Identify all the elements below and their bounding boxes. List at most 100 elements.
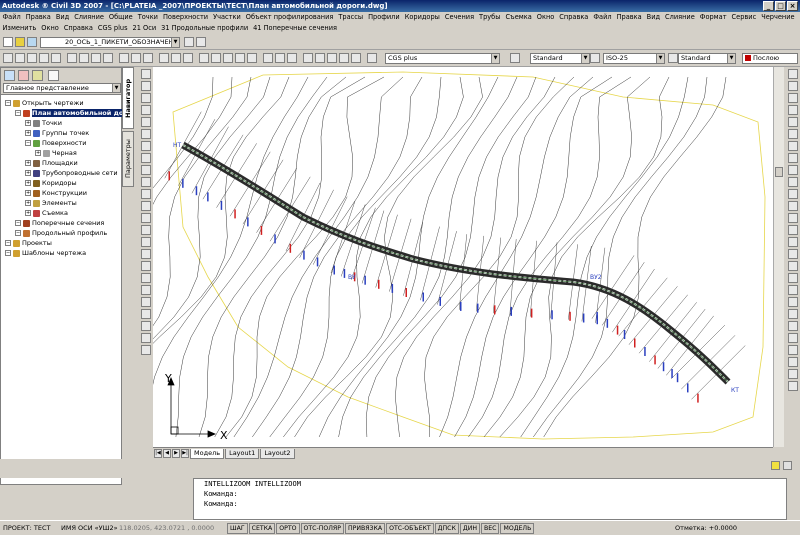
cgs-combo[interactable]: CGS plus ▼ (385, 53, 500, 64)
next-tab-icon[interactable]: ▶ (172, 449, 180, 458)
layout-tab[interactable]: Модель (190, 448, 225, 459)
tree-node[interactable]: + Точки (25, 119, 62, 128)
expand-icon[interactable]: − (15, 230, 21, 236)
modify-tool-icon[interactable] (788, 141, 798, 151)
menu-item[interactable]: Окно (534, 12, 557, 23)
tree-node[interactable]: − Поперечные сечения (15, 219, 104, 228)
modify-tool-icon[interactable] (788, 225, 798, 235)
status-toggle[interactable]: ОТС-ОБЪЕКТ (386, 522, 434, 534)
layer-match-icon[interactable] (196, 37, 206, 47)
draw-tool-icon[interactable] (141, 333, 151, 343)
style-icon[interactable] (510, 53, 520, 63)
draw-tool-icon[interactable] (141, 177, 151, 187)
settings-icon[interactable] (32, 70, 43, 81)
toolbar-icon[interactable] (263, 53, 273, 63)
modify-tool-icon[interactable] (788, 93, 798, 103)
menu-item[interactable]: Трубы (477, 12, 503, 23)
bulb-icon[interactable] (15, 37, 25, 47)
expand-icon[interactable]: + (25, 120, 31, 126)
menu-item[interactable]: Съемка (503, 12, 534, 23)
modify-tool-icon[interactable] (788, 237, 798, 247)
toolbar-icon[interactable] (367, 53, 377, 63)
draw-tool-icon[interactable] (141, 129, 151, 139)
menu-item[interactable]: Поверхности (160, 12, 210, 23)
menu-item[interactable]: Коридоры (402, 12, 442, 23)
toolbar-icon[interactable] (119, 53, 129, 63)
chevron-down-icon[interactable]: ▼ (171, 38, 179, 47)
tree-node[interactable]: + Элементы (25, 199, 77, 208)
menu2-item[interactable]: Справка (61, 23, 95, 34)
menu-item[interactable]: Точки (135, 12, 160, 23)
toolbar-icon[interactable] (159, 53, 169, 63)
menu-item[interactable]: Черчение (759, 12, 797, 23)
expand-icon[interactable]: + (25, 210, 31, 216)
toolbar-icon[interactable] (27, 53, 37, 63)
toolbar-icon[interactable] (315, 53, 325, 63)
tree-node[interactable]: − Шаблоны чертежа (5, 249, 86, 258)
status-toggle[interactable]: ПРИВЯЗКА (344, 522, 386, 534)
draw-tool-icon[interactable] (141, 261, 151, 271)
expand-icon[interactable]: + (25, 180, 31, 186)
draw-tool-icon[interactable] (141, 249, 151, 259)
expand-icon[interactable]: + (25, 170, 31, 176)
menu2-item[interactable]: Изменить (0, 23, 39, 34)
dim-style-combo[interactable]: ISO-25 ▼ (603, 53, 665, 64)
draw-tool-icon[interactable] (141, 105, 151, 115)
draw-tool-icon[interactable] (141, 237, 151, 247)
draw-tool-icon[interactable] (141, 165, 151, 175)
command-window[interactable]: INTELLIZOOM INTELLIZOOM Команда: Команда… (193, 478, 787, 520)
expand-icon[interactable]: − (15, 110, 21, 116)
style-icon[interactable] (668, 53, 678, 63)
menu2-item[interactable]: Окно (39, 23, 62, 34)
menu-item[interactable]: Сечения (442, 12, 476, 23)
close-button[interactable]: × (787, 1, 798, 11)
last-tab-icon[interactable]: ▶| (181, 449, 189, 458)
delete-icon[interactable] (18, 70, 29, 81)
prev-tab-icon[interactable]: ◀ (163, 449, 171, 458)
modify-tool-icon[interactable] (788, 249, 798, 259)
expand-icon[interactable]: + (25, 190, 31, 196)
modify-tool-icon[interactable] (788, 213, 798, 223)
chevron-down-icon[interactable]: ▼ (491, 54, 499, 63)
draw-tool-icon[interactable] (141, 81, 151, 91)
chevron-down-icon[interactable]: ▼ (656, 54, 664, 63)
expand-icon[interactable]: + (25, 130, 31, 136)
status-toggle[interactable]: МОДЕЛЬ (500, 522, 535, 534)
draw-tool-icon[interactable] (141, 297, 151, 307)
layer-combo[interactable]: 20_ОСЬ_1_ПИКЕТИ_ОБОЗНАЧЕНИЯ ▼ (40, 37, 180, 48)
menu-item[interactable]: Справка (557, 12, 591, 23)
toolbar-icon[interactable] (15, 53, 25, 63)
tab-navigator[interactable]: Навигатор (122, 67, 134, 129)
menu2-item[interactable]: CGS plus (95, 23, 130, 34)
toolbar-icon[interactable] (67, 53, 77, 63)
draw-tool-icon[interactable] (141, 141, 151, 151)
modify-tool-icon[interactable] (788, 105, 798, 115)
modify-tool-icon[interactable] (788, 165, 798, 175)
table-style-combo[interactable]: Standard ▼ (678, 53, 736, 64)
modify-tool-icon[interactable] (788, 285, 798, 295)
tree-node[interactable]: − Проекты (5, 239, 52, 248)
tree-node[interactable]: + Черная (35, 149, 77, 158)
draw-tool-icon[interactable] (141, 321, 151, 331)
menu-item[interactable]: Вид (53, 12, 71, 23)
toolbar-icon[interactable] (183, 53, 193, 63)
expand-icon[interactable]: − (5, 240, 11, 246)
draw-tool-icon[interactable] (141, 201, 151, 211)
toolbar-icon[interactable] (103, 53, 113, 63)
vertical-scrollbar[interactable] (773, 67, 784, 447)
toolbar-icon[interactable] (351, 53, 361, 63)
menu-item[interactable]: Правка (614, 12, 644, 23)
drawing-canvas[interactable]: НТ ВУ ВУ2 КТ X Y (153, 67, 773, 447)
view-select[interactable]: Главное представление ▼ (3, 83, 121, 93)
tab-parameters[interactable]: Параметры (122, 131, 134, 187)
expand-icon[interactable]: − (15, 220, 21, 226)
tree-node[interactable]: − Продольный профиль (15, 229, 107, 238)
toolbar-icon[interactable] (327, 53, 337, 63)
expand-icon[interactable]: + (35, 150, 41, 156)
maximize-button[interactable]: □ (775, 1, 786, 11)
draw-tool-icon[interactable] (141, 345, 151, 355)
toolbar-icon[interactable] (171, 53, 181, 63)
tree-node[interactable]: + Группы точек (25, 129, 89, 138)
toolbar-icon[interactable] (247, 53, 257, 63)
toolbar-icon[interactable] (223, 53, 233, 63)
